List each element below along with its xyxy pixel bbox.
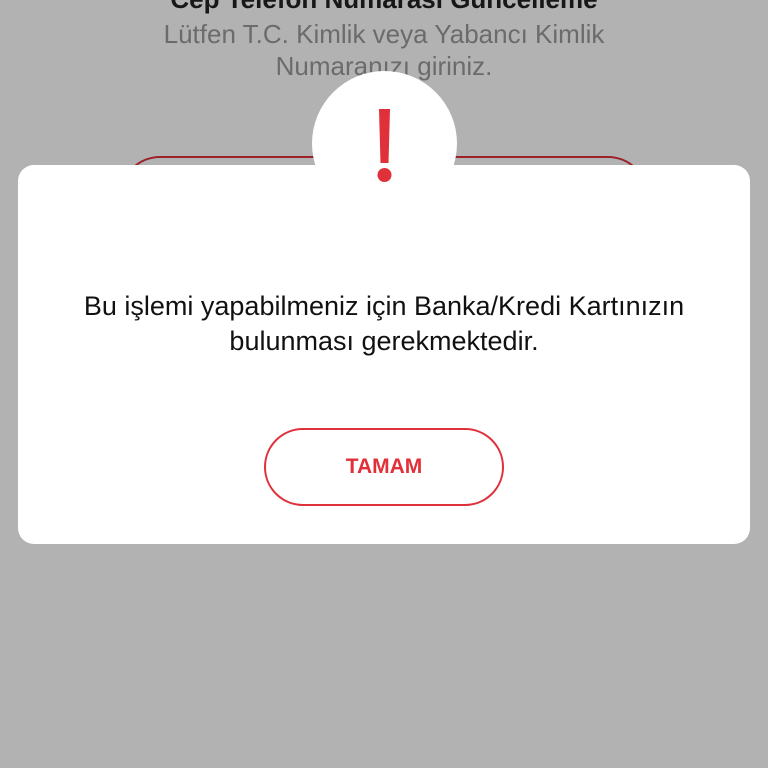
- alert-dialog: Bu işlemi yapabilmeniz için Banka/Kredi …: [18, 165, 750, 544]
- screen: Cep Telefon Numarası Güncelleme Lütfen T…: [0, 0, 768, 768]
- ok-button[interactable]: TAMAM: [264, 428, 504, 506]
- exclamation-icon: [377, 109, 392, 182]
- alert-badge: [312, 71, 457, 216]
- dialog-message: Bu işlemi yapabilmeniz için Banka/Kredi …: [83, 291, 685, 356]
